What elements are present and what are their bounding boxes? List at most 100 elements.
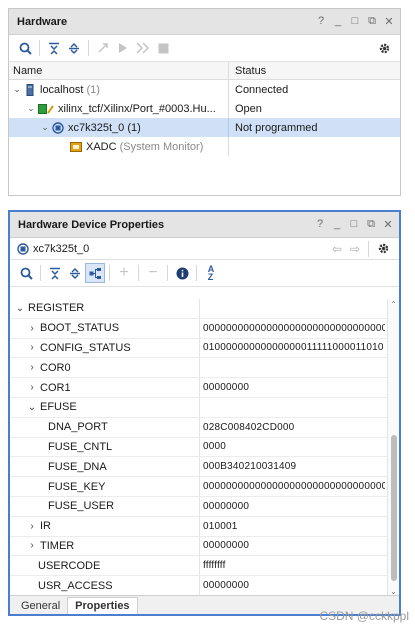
property-value[interactable]: 00000000 — [200, 540, 385, 551]
property-row[interactable]: › COR0 — [10, 358, 399, 379]
minimize-button[interactable]: _ — [332, 218, 342, 231]
status-value: Open — [235, 102, 262, 115]
device-header: xc7k325t_0 ⇦ ⇨ — [10, 238, 399, 260]
scrollbar-thumb[interactable] — [391, 435, 397, 581]
property-name: USERCODE — [38, 559, 101, 572]
help-button[interactable]: ? — [315, 218, 325, 231]
property-value[interactable]: 00000000 — [200, 501, 385, 512]
help-button[interactable]: ? — [316, 15, 326, 28]
gear-icon[interactable] — [374, 38, 394, 58]
expand-all-icon[interactable] — [65, 263, 85, 283]
property-row[interactable]: USR_ACCESS 00000000 — [10, 576, 399, 596]
chevron-right-icon[interactable]: › — [26, 521, 38, 532]
tree-row-localhost[interactable]: ⌄ localhost (1) Connected — [9, 80, 400, 99]
tree-label-suffix: (1) — [86, 83, 100, 96]
chevron-down-icon[interactable]: ⌄ — [25, 103, 37, 114]
collapse-all-icon[interactable] — [45, 263, 65, 283]
property-value[interactable]: 00000000000000000000000000000000 — [200, 323, 385, 334]
property-row[interactable]: FUSE_USER 00000000 — [10, 496, 399, 517]
info-icon[interactable] — [172, 263, 192, 283]
property-value[interactable]: 00000000000000000000000000000000 — [200, 481, 385, 492]
close-button[interactable]: ✕ — [383, 218, 393, 231]
property-name: DNA_PORT — [48, 421, 108, 434]
tree-label-suffix: (System Monitor) — [119, 140, 204, 153]
hardware-title-bar: Hardware ? _ □ ⧉ ✕ — [9, 9, 400, 35]
tab-properties[interactable]: Properties — [67, 597, 138, 614]
property-row[interactable]: › BOOT_STATUS 0000000000000000000000000000… — [10, 318, 399, 339]
property-name: IR — [40, 520, 51, 533]
stop-icon[interactable] — [153, 38, 173, 58]
property-value[interactable]: 00000000 — [200, 382, 385, 393]
tab-general[interactable]: General — [14, 597, 67, 614]
property-name: FUSE_CNTL — [48, 440, 113, 453]
name-column-header[interactable]: Name — [9, 62, 229, 79]
property-row[interactable]: › IR 010001 — [10, 516, 399, 537]
chevron-down-icon[interactable]: ⌄ — [14, 303, 26, 314]
gear-icon[interactable] — [373, 239, 393, 259]
property-row[interactable]: › CONFIG_STATUS 01000000000000000011111000… — [10, 338, 399, 359]
group-by-category-icon[interactable] — [85, 263, 105, 283]
add-property-icon[interactable]: + — [114, 263, 134, 283]
property-name: COR0 — [40, 361, 71, 374]
property-row[interactable]: ⌄ REGISTER — [10, 299, 399, 319]
chevron-right-icon[interactable]: › — [26, 540, 38, 551]
property-name: FUSE_DNA — [48, 460, 107, 473]
status-value: Connected — [235, 83, 289, 96]
search-icon[interactable] — [15, 38, 35, 58]
chevron-right-icon[interactable]: › — [26, 342, 38, 353]
search-icon[interactable] — [16, 263, 36, 283]
tree-label: xilinx_tcf/Xilinx/Port_#0003.Hu... — [58, 102, 216, 115]
property-row[interactable]: DNA_PORT 028C008402CD000 — [10, 417, 399, 438]
property-name: FUSE_USER — [48, 500, 115, 513]
hardware-toolbar — [9, 35, 400, 62]
property-row[interactable]: USERCODE ffffffff — [10, 556, 399, 577]
property-row[interactable]: › COR1 00000000 — [10, 378, 399, 398]
property-row[interactable]: FUSE_KEY 00000000000000000000000000000000 — [10, 477, 399, 497]
property-name: TIMER — [40, 539, 75, 552]
property-row[interactable]: ⌄ EFUSE — [10, 397, 399, 418]
sort-alphabetical-icon[interactable]: AZ — [201, 263, 221, 283]
remove-property-icon[interactable]: − — [143, 263, 163, 283]
expand-all-icon[interactable] — [64, 38, 84, 58]
property-name: COR1 — [40, 381, 71, 394]
property-value[interactable]: 00000000 — [200, 580, 385, 591]
run-immediate-icon[interactable] — [133, 38, 153, 58]
chevron-down-icon[interactable]: ⌄ — [26, 402, 38, 413]
float-button[interactable]: ⧉ — [366, 218, 376, 231]
tree-row-device[interactable]: ⌄ xc7k325t_0 (1) Not programmed — [9, 118, 400, 137]
chevron-right-icon[interactable]: › — [26, 362, 38, 373]
property-value[interactable]: 010001 — [200, 521, 385, 532]
tree-row-xadc[interactable]: XADC (System Monitor) — [9, 137, 400, 156]
property-value[interactable]: 000B340210031409 — [200, 461, 385, 472]
maximize-button[interactable]: □ — [350, 15, 360, 28]
chevron-down-icon[interactable]: ⌄ — [11, 84, 23, 95]
tree-label: XADC — [86, 140, 117, 153]
close-button[interactable]: ✕ — [384, 15, 394, 28]
scroll-up-icon[interactable]: ⌃ — [388, 300, 399, 309]
back-arrow-icon[interactable]: ⇦ — [332, 242, 342, 256]
chevron-down-icon[interactable]: ⌄ — [39, 122, 51, 133]
fpga-device-icon — [16, 242, 30, 256]
auto-connect-icon[interactable] — [93, 38, 113, 58]
property-row[interactable]: › TIMER 00000000 — [10, 536, 399, 557]
property-value[interactable]: 01000000000000000011111000011010 — [200, 342, 385, 353]
forward-arrow-icon[interactable]: ⇨ — [350, 242, 360, 256]
status-column-header[interactable]: Status — [229, 65, 266, 77]
float-button[interactable]: ⧉ — [367, 15, 377, 28]
property-row[interactable]: FUSE_CNTL 0000 — [10, 437, 399, 458]
maximize-button[interactable]: □ — [349, 218, 359, 231]
chevron-right-icon[interactable]: › — [26, 382, 38, 393]
property-value[interactable]: 0000 — [200, 441, 385, 452]
device-properties-panel: Hardware Device Properties ? _ □ ⧉ ✕ xc7… — [8, 210, 401, 616]
tree-row-jtag-target[interactable]: ⌄ xilinx_tcf/Xilinx/Port_#0003.Hu... Ope… — [9, 99, 400, 118]
property-value[interactable]: ffffffff — [200, 560, 385, 571]
chevron-right-icon[interactable]: › — [26, 323, 38, 334]
property-row[interactable]: FUSE_DNA 000B340210031409 — [10, 457, 399, 478]
device-name: xc7k325t_0 — [33, 242, 90, 255]
property-value[interactable]: 028C008402CD000 — [200, 422, 385, 433]
property-table: ⌄ REGISTER › BOOT_STATUS 0000000000000000000… — [10, 299, 399, 597]
collapse-all-icon[interactable] — [44, 38, 64, 58]
minimize-button[interactable]: _ — [333, 15, 343, 28]
vertical-scrollbar[interactable]: ⌃ ⌄ — [387, 299, 399, 597]
run-trigger-icon[interactable] — [113, 38, 133, 58]
